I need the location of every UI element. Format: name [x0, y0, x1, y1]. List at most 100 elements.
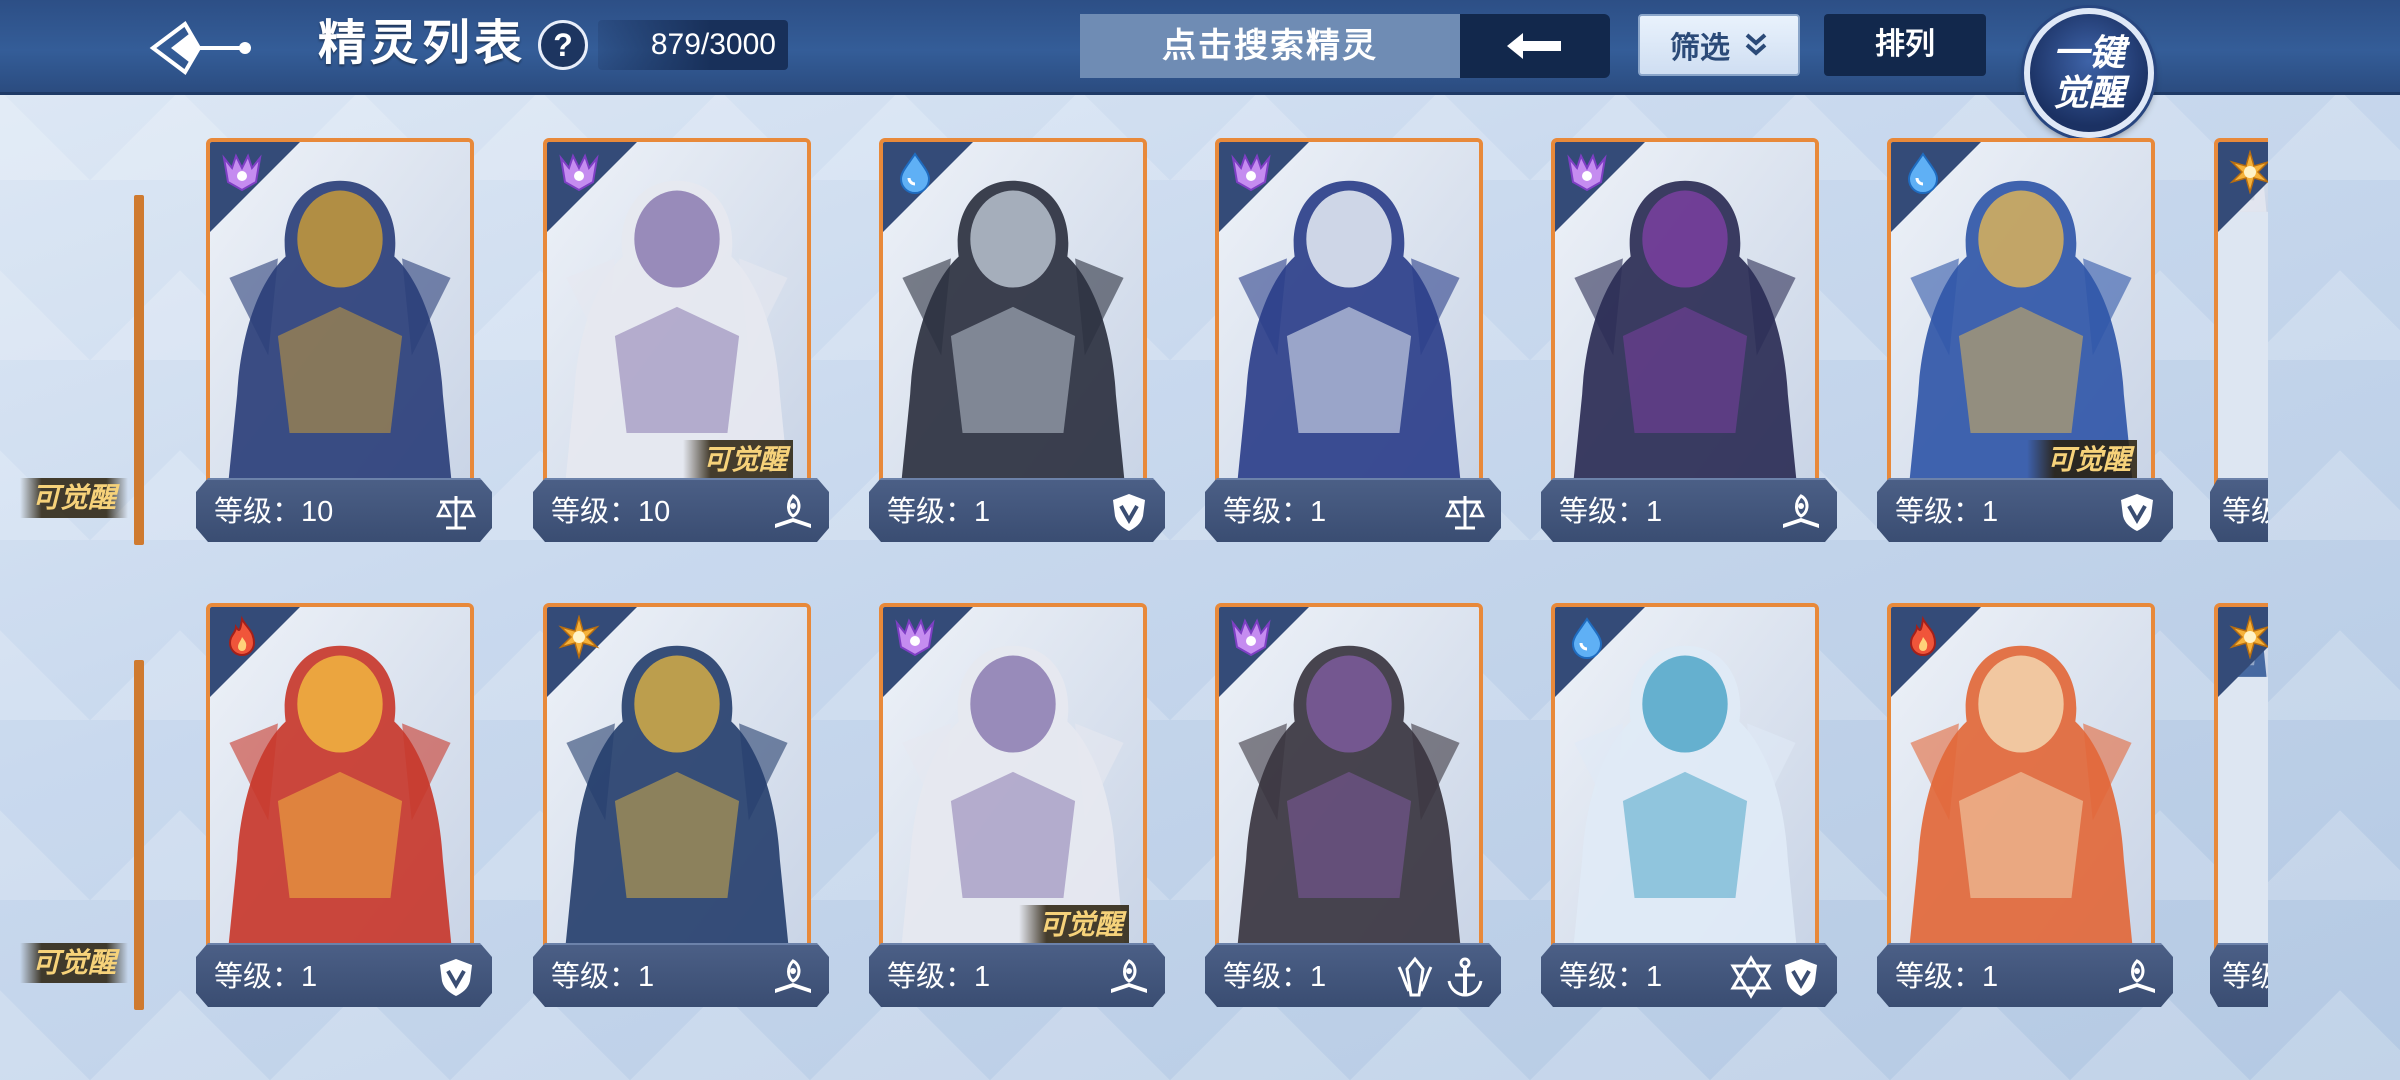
water-icon — [893, 150, 937, 194]
spirit-card[interactable]: 等级：10 — [196, 138, 492, 558]
card-art-frame: 可觉醒 — [543, 138, 811, 498]
awakenable-badge: 可觉醒 — [20, 943, 128, 983]
back-arrow-icon — [149, 21, 251, 75]
card-art-frame — [879, 138, 1147, 498]
spirit-card-partial[interactable]: 等级 — [2210, 138, 2268, 558]
book-icon — [771, 955, 815, 999]
card-art-frame — [1215, 603, 1483, 963]
spirit-portrait — [1555, 607, 1815, 957]
partial-card-left[interactable] — [134, 195, 144, 545]
book-icon — [2115, 955, 2159, 999]
level-plate: 等级：1 — [196, 943, 492, 1007]
level-label: 等级：1 — [1223, 496, 1327, 528]
spirit-portrait — [210, 142, 470, 492]
class-icons — [771, 953, 815, 1001]
class-icons — [771, 488, 815, 536]
spirit-card[interactable]: 可觉醒 等级：1 — [1877, 138, 2173, 558]
card-art-frame — [206, 603, 474, 963]
level-plate: 等级 — [2210, 478, 2268, 542]
shadow-icon — [1229, 150, 1273, 194]
spirit-card[interactable]: 等级：1 — [1541, 603, 1837, 1023]
level-plate: 等级：1 — [1541, 943, 1837, 1007]
awaken-all-line1: 一键 — [2052, 32, 2125, 74]
search-input[interactable]: 点击搜索精灵 — [1080, 14, 1460, 78]
spirit-portrait — [883, 607, 1143, 957]
card-art-frame: 可觉醒 — [879, 603, 1147, 963]
level-label: 等级：1 — [551, 961, 655, 993]
star-icon — [1729, 955, 1773, 999]
card-art-frame — [1215, 138, 1483, 498]
class-icons — [434, 488, 478, 536]
level-label: 等级：1 — [214, 961, 318, 993]
spirit-card[interactable]: 等级：1 — [1541, 138, 1837, 558]
double-chevron-down-icon — [1745, 33, 1767, 56]
back-button[interactable] — [140, 12, 260, 84]
spirit-portrait — [1891, 607, 2151, 957]
shadow-icon — [1229, 615, 1273, 659]
level-plate: 等级：1 — [533, 943, 829, 1007]
book-icon — [771, 490, 815, 534]
awakenable-badge: 可觉醒 — [20, 478, 128, 518]
page-title: 精灵列表 — [318, 17, 527, 70]
card-art-frame — [206, 138, 474, 498]
fire-icon — [1901, 615, 1945, 659]
spirit-card[interactable]: 等级：1 — [1877, 603, 2173, 1023]
shield-icon — [1107, 490, 1151, 534]
spirit-portrait — [210, 607, 470, 957]
level-plate: 等级：10 — [196, 478, 492, 542]
scales-icon — [1443, 490, 1487, 534]
help-button[interactable]: ? — [538, 20, 588, 70]
spirit-card[interactable]: 可觉醒 等级：10 — [533, 138, 829, 558]
claw-icon — [1393, 955, 1437, 999]
spirit-grid[interactable]: 可觉醒 等级：10 可觉醒 等级：10 等级：1 等级：1 等级：1 可觉醒 等… — [0, 95, 2268, 1080]
level-label: 等级：1 — [1895, 496, 1999, 528]
spirit-portrait — [547, 142, 807, 492]
light-icon — [557, 615, 601, 659]
spirit-portrait — [547, 607, 807, 957]
shadow-icon — [893, 615, 937, 659]
class-icons — [1107, 953, 1151, 1001]
level-label: 等级：1 — [1559, 496, 1663, 528]
level-plate: 等级：1 — [1541, 478, 1837, 542]
water-icon — [1901, 150, 1945, 194]
spirit-card[interactable]: 等级：1 — [1205, 603, 1501, 1023]
sort-button[interactable]: 排列 — [1824, 14, 1986, 76]
awakenable-badge: 可觉醒 — [683, 440, 793, 480]
water-icon — [1565, 615, 1609, 659]
class-icons — [1107, 488, 1151, 536]
filter-button[interactable]: 筛选 — [1638, 14, 1800, 76]
partial-card-left[interactable] — [134, 660, 144, 1010]
spirit-portrait — [1219, 142, 1479, 492]
shield-icon — [1779, 955, 1823, 999]
spirit-card[interactable]: 可觉醒 等级：1 — [869, 603, 1165, 1023]
level-plate: 等级：1 — [1205, 478, 1501, 542]
level-plate: 等级 — [2210, 943, 2268, 1007]
spirit-portrait — [883, 142, 1143, 492]
spirit-card-partial[interactable]: 等级 — [2210, 603, 2268, 1023]
book-icon — [1107, 955, 1151, 999]
left-arrow-icon — [1507, 33, 1561, 59]
search-back-button[interactable] — [1460, 14, 1610, 78]
spirit-card[interactable]: 等级：1 — [533, 603, 829, 1023]
level-label: 等级：10 — [551, 496, 671, 528]
level-label: 等级：1 — [887, 961, 991, 993]
level-plate: 等级：10 — [533, 478, 829, 542]
level-plate: 等级：1 — [869, 943, 1165, 1007]
card-art-frame — [2214, 138, 2268, 498]
scales-icon — [434, 490, 478, 534]
card-art-frame — [1551, 603, 1819, 963]
spirit-count: 879/3000 — [598, 20, 788, 70]
fire-icon — [220, 615, 264, 659]
spirit-card[interactable]: 等级：1 — [1205, 138, 1501, 558]
shield-icon — [434, 955, 478, 999]
level-label: 等级：10 — [214, 496, 334, 528]
level-plate: 等级：1 — [1877, 478, 2173, 542]
level-label: 等级：1 — [887, 496, 991, 528]
shadow-icon — [1565, 150, 1609, 194]
shadow-icon — [220, 150, 264, 194]
spirit-card[interactable]: 等级：1 — [196, 603, 492, 1023]
class-icons — [1443, 488, 1487, 536]
light-icon — [2228, 615, 2268, 659]
spirit-card[interactable]: 等级：1 — [869, 138, 1165, 558]
card-art-frame — [1551, 138, 1819, 498]
